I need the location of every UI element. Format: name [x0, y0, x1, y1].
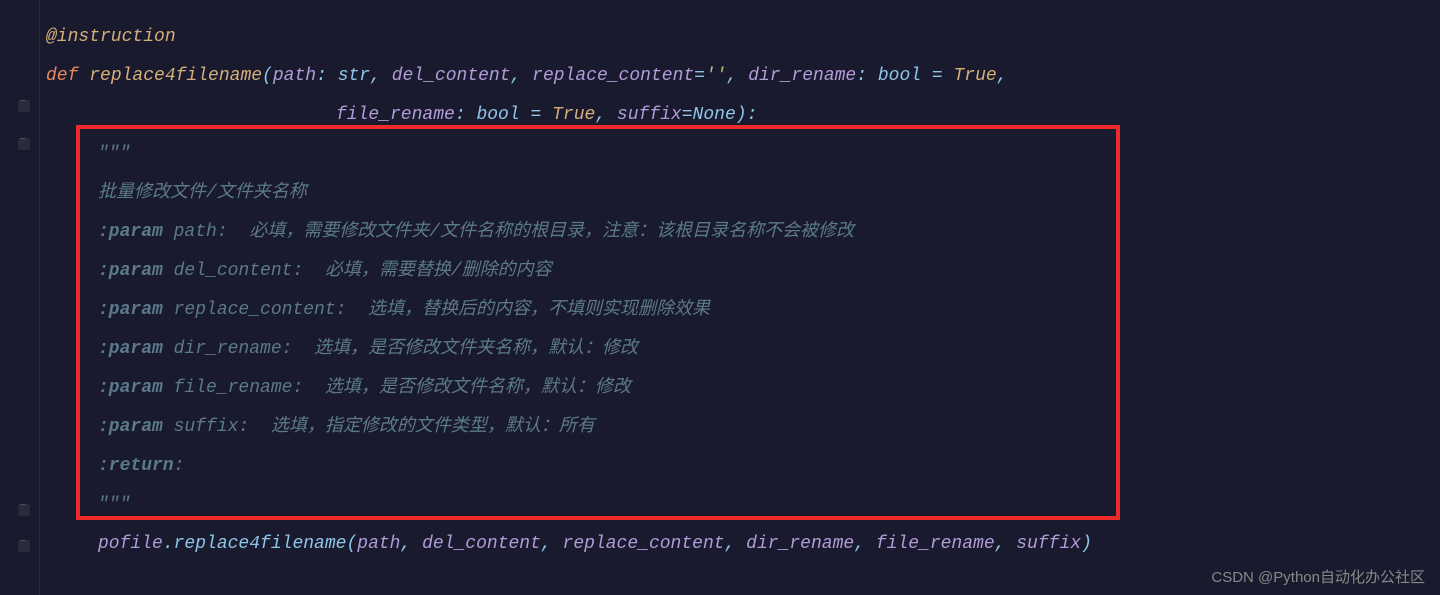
fold-marker-icon[interactable]	[18, 138, 30, 150]
doc-param-tag: :param	[98, 339, 163, 359]
type-bool: bool	[476, 105, 519, 125]
call-arg: path	[357, 534, 400, 554]
doc-return-tag: :return	[98, 456, 174, 476]
call-arg: suffix	[1016, 534, 1081, 554]
doc-param-tag: :param	[98, 378, 163, 398]
default-empty-string: ''	[705, 66, 727, 86]
doc-param-name: path:	[174, 222, 228, 242]
doc-param-desc: 选填，是否修改文件夹名称，默认：修改	[292, 339, 638, 359]
call-method: replace4filename	[174, 534, 347, 554]
decorator: @instruction	[46, 27, 176, 47]
param-file-rename: file_rename	[336, 105, 455, 125]
doc-param-tag: :param	[98, 222, 163, 242]
call-arg: file_rename	[876, 534, 995, 554]
default-none: None	[693, 105, 736, 125]
doc-param-name: replace_content:	[174, 300, 347, 320]
type-bool: bool	[878, 66, 921, 86]
keyword-def: def	[46, 66, 78, 86]
call-object: pofile	[98, 534, 163, 554]
doc-param-tag: :param	[98, 300, 163, 320]
docstring-open: """	[98, 144, 130, 164]
fold-marker-icon[interactable]	[18, 504, 30, 516]
doc-param-desc: 选填，指定修改的文件类型，默认：所有	[249, 417, 595, 437]
doc-param-name: suffix:	[174, 417, 250, 437]
doc-param-desc: 选填，替换后的内容，不填则实现删除效果	[346, 300, 710, 320]
docstring-close: """	[98, 495, 130, 515]
doc-param-desc: 必填，需要替换/删除的内容	[303, 261, 551, 281]
code-editor[interactable]: @instruction def replace4filename(path: …	[46, 18, 1092, 564]
call-arg: dir_rename	[746, 534, 854, 554]
call-arg: replace_content	[563, 534, 725, 554]
editor-gutter	[0, 0, 40, 595]
watermark: CSDN @Python自动化办公社区	[1211, 566, 1425, 587]
param-replace-content: replace_content	[532, 66, 694, 86]
doc-return-colon: :	[174, 456, 185, 476]
param-dir-rename: dir_rename	[748, 66, 856, 86]
docstring-title: 批量修改文件/文件夹名称	[98, 183, 307, 203]
param-path: path	[273, 66, 316, 86]
fold-marker-icon[interactable]	[18, 100, 30, 112]
doc-param-name: del_content:	[174, 261, 304, 281]
param-suffix: suffix	[617, 105, 682, 125]
doc-param-name: dir_rename:	[174, 339, 293, 359]
function-name: replace4filename	[89, 66, 262, 86]
doc-param-tag: :param	[98, 417, 163, 437]
param-del-content: del_content	[392, 66, 511, 86]
fold-marker-icon[interactable]	[18, 540, 30, 552]
doc-param-name: file_rename:	[174, 378, 304, 398]
doc-param-desc: 必填，需要修改文件夹/文件名称的根目录，注意：该根目录名称不会被修改	[228, 222, 854, 242]
default-true: True	[954, 66, 997, 86]
doc-param-tag: :param	[98, 261, 163, 281]
doc-param-desc: 选填，是否修改文件名称，默认：修改	[303, 378, 631, 398]
type-str: str	[338, 66, 370, 86]
default-true: True	[552, 105, 595, 125]
call-arg: del_content	[422, 534, 541, 554]
